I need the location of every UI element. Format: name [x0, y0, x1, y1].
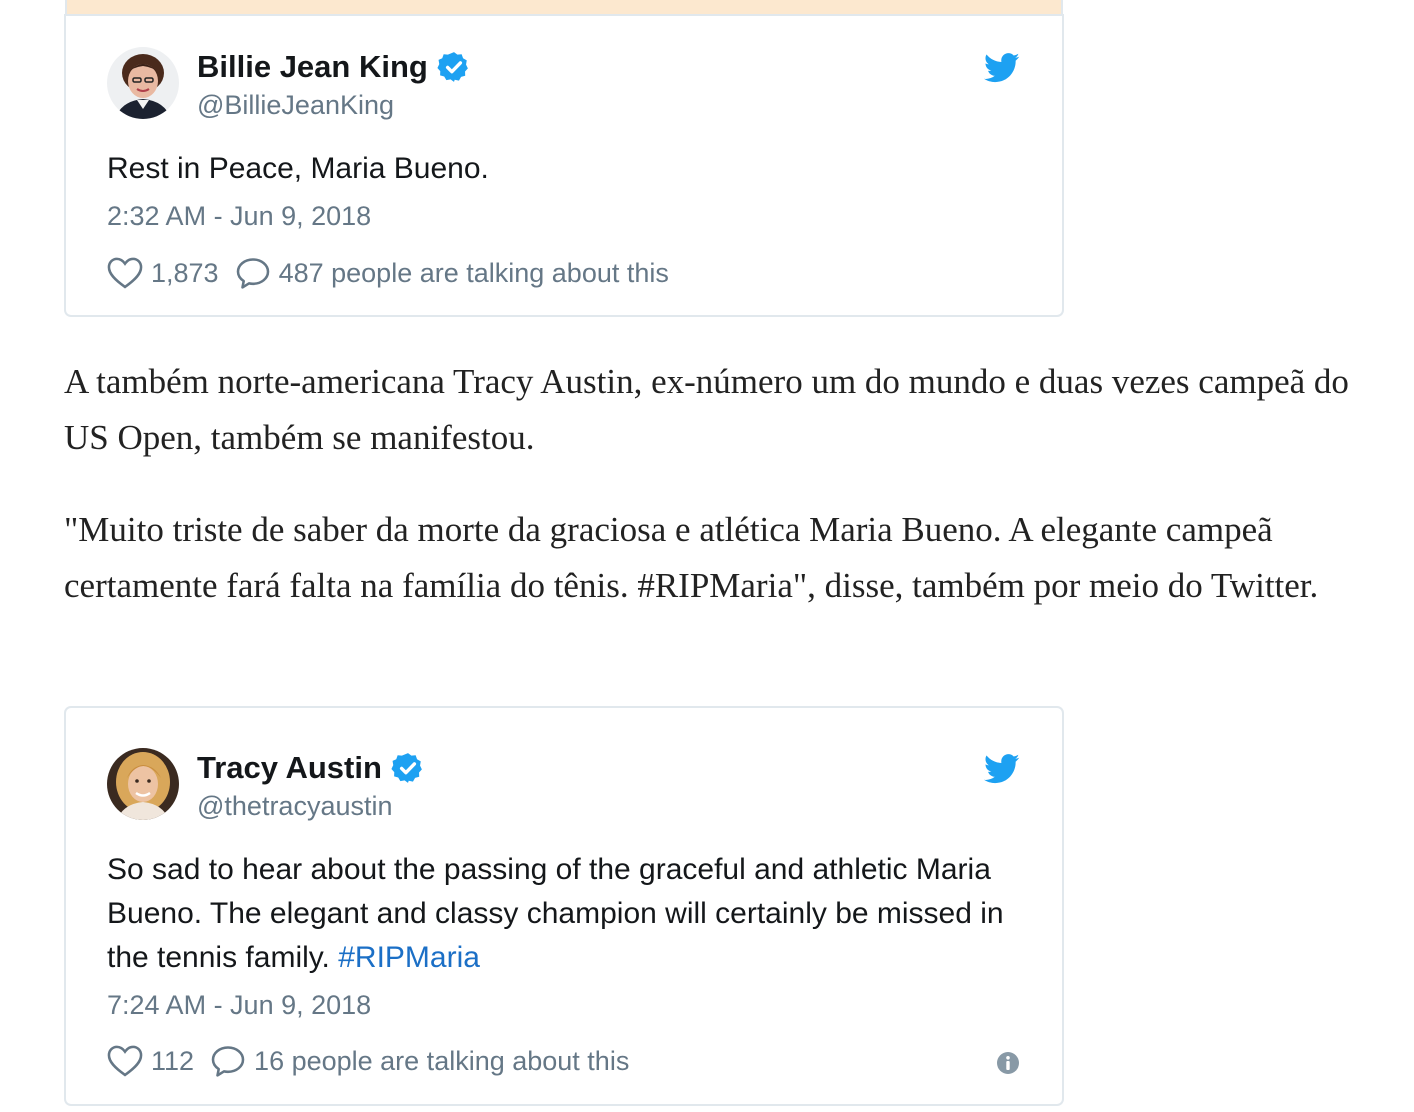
tweet-text: So sad to hear about the passing of the …: [107, 848, 1027, 980]
heart-icon[interactable]: [107, 1044, 143, 1078]
like-count[interactable]: 1,873: [151, 256, 219, 290]
tweet-timestamp[interactable]: 2:32 AM - Jun 9, 2018: [107, 199, 371, 233]
tweet-text-body: Rest in Peace, Maria Bueno.: [107, 152, 489, 185]
speech-bubble-icon[interactable]: [235, 256, 271, 290]
tweet-card-billie-jean-king[interactable]: Billie Jean King @BillieJeanKing Rest in…: [64, 14, 1064, 317]
twitter-bird-icon[interactable]: [984, 754, 1020, 784]
author-handle[interactable]: @thetracyaustin: [197, 789, 393, 823]
verified-badge-icon: [437, 52, 468, 82]
twitter-bird-icon[interactable]: [984, 53, 1020, 83]
avatar[interactable]: [107, 748, 179, 820]
heart-icon[interactable]: [107, 256, 143, 290]
verified-badge-icon: [391, 753, 422, 783]
tweet-actions: 1,873 487 people are talking about this: [107, 256, 669, 290]
author-row[interactable]: Tracy Austin: [197, 749, 425, 787]
tweet-text-body: So sad to hear about the passing of the …: [107, 853, 1004, 974]
tweet-text: Rest in Peace, Maria Bueno.: [107, 147, 1027, 191]
speech-bubble-icon[interactable]: [210, 1044, 246, 1078]
article-paragraph-1: A também norte-americana Tracy Austin, e…: [64, 362, 1349, 457]
avatar-photo-icon: [107, 47, 179, 119]
author-handle[interactable]: @BillieJeanKing: [197, 88, 394, 122]
info-icon[interactable]: [996, 1051, 1020, 1075]
tweet-actions: 112 16 people are talking about this: [107, 1044, 629, 1078]
author-row[interactable]: Billie Jean King: [197, 48, 471, 86]
talking-count[interactable]: 16 people are talking about this: [254, 1044, 629, 1078]
avatar-photo-icon: [107, 748, 179, 820]
talking-count[interactable]: 487 people are talking about this: [279, 256, 669, 290]
tweet-timestamp[interactable]: 7:24 AM - Jun 9, 2018: [107, 988, 371, 1022]
hashtag-link[interactable]: #RIPMaria: [338, 941, 480, 974]
avatar[interactable]: [107, 47, 179, 119]
like-count[interactable]: 112: [151, 1044, 194, 1078]
author-name[interactable]: Billie Jean King: [197, 48, 428, 86]
author-name[interactable]: Tracy Austin: [197, 749, 382, 787]
tweet-card-tracy-austin[interactable]: Tracy Austin @thetracyaustin So sad to h…: [64, 706, 1064, 1106]
article-paragraph-2: "Muito triste de saber da morte da graci…: [64, 510, 1319, 605]
